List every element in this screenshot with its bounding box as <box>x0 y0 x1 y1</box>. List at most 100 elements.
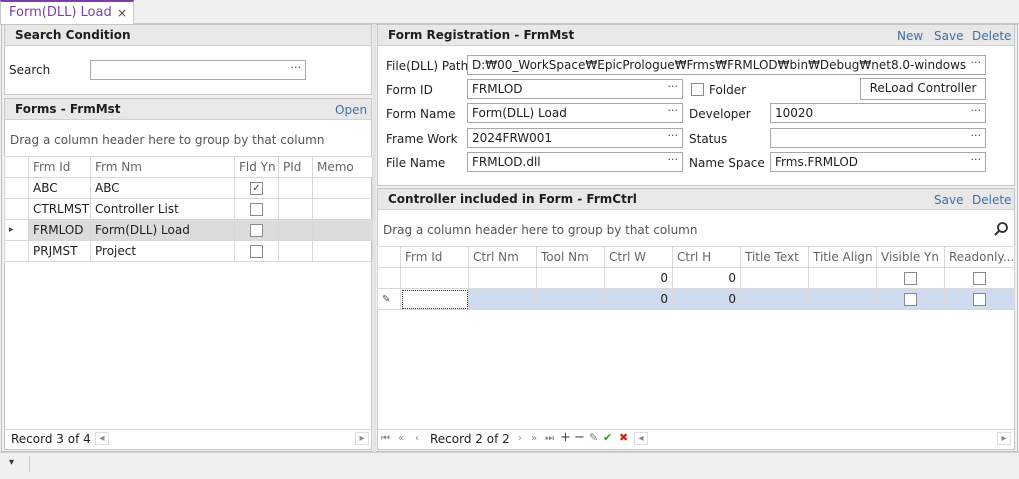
column-header[interactable]: PId <box>278 156 313 178</box>
readonly-checkbox[interactable] <box>973 272 986 285</box>
search-input[interactable]: ··· <box>90 60 306 80</box>
fld-yn-cell[interactable] <box>234 219 279 241</box>
table-row[interactable]: 0 0 <box>377 267 1015 289</box>
memo-cell[interactable] <box>312 198 373 220</box>
status-field[interactable]: ··· <box>770 128 986 148</box>
visible-yn-checkbox[interactable] <box>904 293 917 306</box>
prev-page-icon[interactable]: « <box>398 433 404 444</box>
next-record-icon[interactable]: › <box>518 433 522 444</box>
first-record-icon[interactable]: ⏮ <box>381 433 390 444</box>
fld-yn-cell[interactable]: ✓ <box>234 177 279 199</box>
ctrl-nm-cell[interactable] <box>468 288 537 310</box>
frm-nm-cell[interactable]: Project <box>90 240 235 262</box>
tool-nm-cell[interactable] <box>536 288 605 310</box>
fld-yn-checkbox[interactable] <box>250 203 263 216</box>
file-name-field[interactable]: FRMLOD.dll ··· <box>467 152 683 172</box>
table-row[interactable]: ABC ABC ✓ <box>4 177 373 199</box>
frm-id-cell[interactable]: FRMLOD <box>28 219 91 241</box>
controller-save-button[interactable]: Save <box>934 193 963 207</box>
file-dll-path-field[interactable]: D:₩00_WorkSpace₩EpicPrologue₩Frms₩FRMLOD… <box>467 55 986 75</box>
pid-cell[interactable] <box>278 240 313 262</box>
pid-cell[interactable] <box>278 198 313 220</box>
ctrl-w-cell[interactable]: 0 <box>604 267 673 289</box>
table-row-selected[interactable]: ▸ FRMLOD Form(DLL) Load <box>4 219 373 241</box>
last-record-icon[interactable]: ⏭ <box>545 433 554 444</box>
frm-id-cell-focused[interactable] <box>400 288 469 310</box>
title-text-cell[interactable] <box>740 267 809 289</box>
fld-yn-checkbox[interactable] <box>250 224 263 237</box>
tool-nm-cell[interactable] <box>536 267 605 289</box>
column-header[interactable]: Frm Id <box>28 156 91 178</box>
frm-id-cell[interactable]: CTRLMST <box>28 198 91 220</box>
column-header[interactable]: Title Text <box>740 246 809 268</box>
ellipsis-icon[interactable]: ··· <box>668 153 679 166</box>
save-button[interactable]: Save <box>934 29 963 43</box>
readonly-cell[interactable] <box>944 267 1015 289</box>
ctrl-nm-cell[interactable] <box>468 267 537 289</box>
ellipsis-icon[interactable]: ··· <box>291 61 302 74</box>
frm-nm-cell[interactable]: Controller List <box>90 198 235 220</box>
open-button[interactable]: Open <box>335 103 367 117</box>
framework-field[interactable]: 2024FRW001 ··· <box>467 128 683 148</box>
scroll-right-icon[interactable]: ▸ <box>997 432 1011 445</box>
frm-nm-cell[interactable]: Form(DLL) Load <box>90 219 235 241</box>
prev-record-icon[interactable]: ‹ <box>415 433 419 444</box>
ctrl-w-cell[interactable]: 0 <box>604 288 673 310</box>
column-header[interactable]: Frm Nm <box>90 156 235 178</box>
table-row[interactable]: PRJMST Project <box>4 240 373 262</box>
frm-nm-cell[interactable]: ABC <box>90 177 235 199</box>
memo-cell[interactable] <box>312 240 373 262</box>
column-header[interactable]: Ctrl H <box>672 246 741 268</box>
column-header[interactable]: Memo <box>312 156 373 178</box>
column-header[interactable]: Ctrl W <box>604 246 673 268</box>
controller-delete-button[interactable]: Delete <box>972 193 1011 207</box>
ctrl-h-cell[interactable]: 0 <box>672 288 741 310</box>
delete-button[interactable]: Delete <box>972 29 1011 43</box>
ellipsis-icon[interactable]: ··· <box>971 104 982 117</box>
ellipsis-icon[interactable]: ··· <box>971 129 982 142</box>
form-name-field[interactable]: Form(DLL) Load ··· <box>467 103 683 123</box>
fld-yn-checkbox[interactable] <box>250 245 263 258</box>
pid-cell[interactable] <box>278 219 313 241</box>
ellipsis-icon[interactable]: ··· <box>668 104 679 117</box>
scroll-left-icon[interactable]: ◂ <box>634 432 648 445</box>
fld-yn-checkbox[interactable]: ✓ <box>250 182 263 195</box>
form-id-field[interactable]: FRMLOD ··· <box>467 79 683 99</box>
find-icon[interactable] <box>993 221 1009 237</box>
dropdown-arrow-icon[interactable]: ▾ <box>9 457 14 468</box>
developer-field[interactable]: 10020 ··· <box>770 103 986 123</box>
apply-icon[interactable]: ✔ <box>603 431 612 444</box>
readonly-checkbox[interactable] <box>973 293 986 306</box>
title-align-cell[interactable] <box>808 267 877 289</box>
splitter[interactable] <box>373 24 376 452</box>
column-header[interactable]: Ctrl Nm <box>468 246 537 268</box>
cancel-icon[interactable]: ✖ <box>619 431 628 444</box>
frm-id-cell[interactable]: ABC <box>28 177 91 199</box>
reload-controller-button[interactable]: ReLoad Controller <box>860 78 986 100</box>
visible-yn-cell[interactable] <box>876 288 945 310</box>
column-header[interactable]: Title Align <box>808 246 877 268</box>
visible-yn-checkbox[interactable] <box>904 272 917 285</box>
frm-id-cell[interactable]: PRJMST <box>28 240 91 262</box>
memo-cell[interactable] <box>312 177 373 199</box>
ellipsis-icon[interactable]: ··· <box>668 80 679 93</box>
next-page-icon[interactable]: » <box>531 433 537 444</box>
namespace-field[interactable]: Frms.FRMLOD ··· <box>770 152 986 172</box>
scroll-left-icon[interactable]: ◂ <box>95 432 109 445</box>
folder-checkbox[interactable] <box>691 83 704 96</box>
table-row-editing[interactable]: ✎ 0 0 <box>377 288 1015 310</box>
edit-icon[interactable]: ✎ <box>589 431 598 444</box>
column-header[interactable]: Tool Nm <box>536 246 605 268</box>
table-row[interactable]: CTRLMST Controller List <box>4 198 373 220</box>
tab-form-dll-load[interactable]: Form(DLL) Load × <box>0 0 134 25</box>
fld-yn-cell[interactable] <box>234 240 279 262</box>
readonly-cell[interactable] <box>944 288 1015 310</box>
ellipsis-icon[interactable]: ··· <box>971 153 982 166</box>
remove-icon[interactable]: − <box>574 430 585 445</box>
frm-id-cell[interactable] <box>400 267 469 289</box>
ctrl-h-cell[interactable]: 0 <box>672 267 741 289</box>
pid-cell[interactable] <box>278 177 313 199</box>
title-align-cell[interactable] <box>808 288 877 310</box>
ellipsis-icon[interactable]: ··· <box>668 129 679 142</box>
visible-yn-cell[interactable] <box>876 267 945 289</box>
